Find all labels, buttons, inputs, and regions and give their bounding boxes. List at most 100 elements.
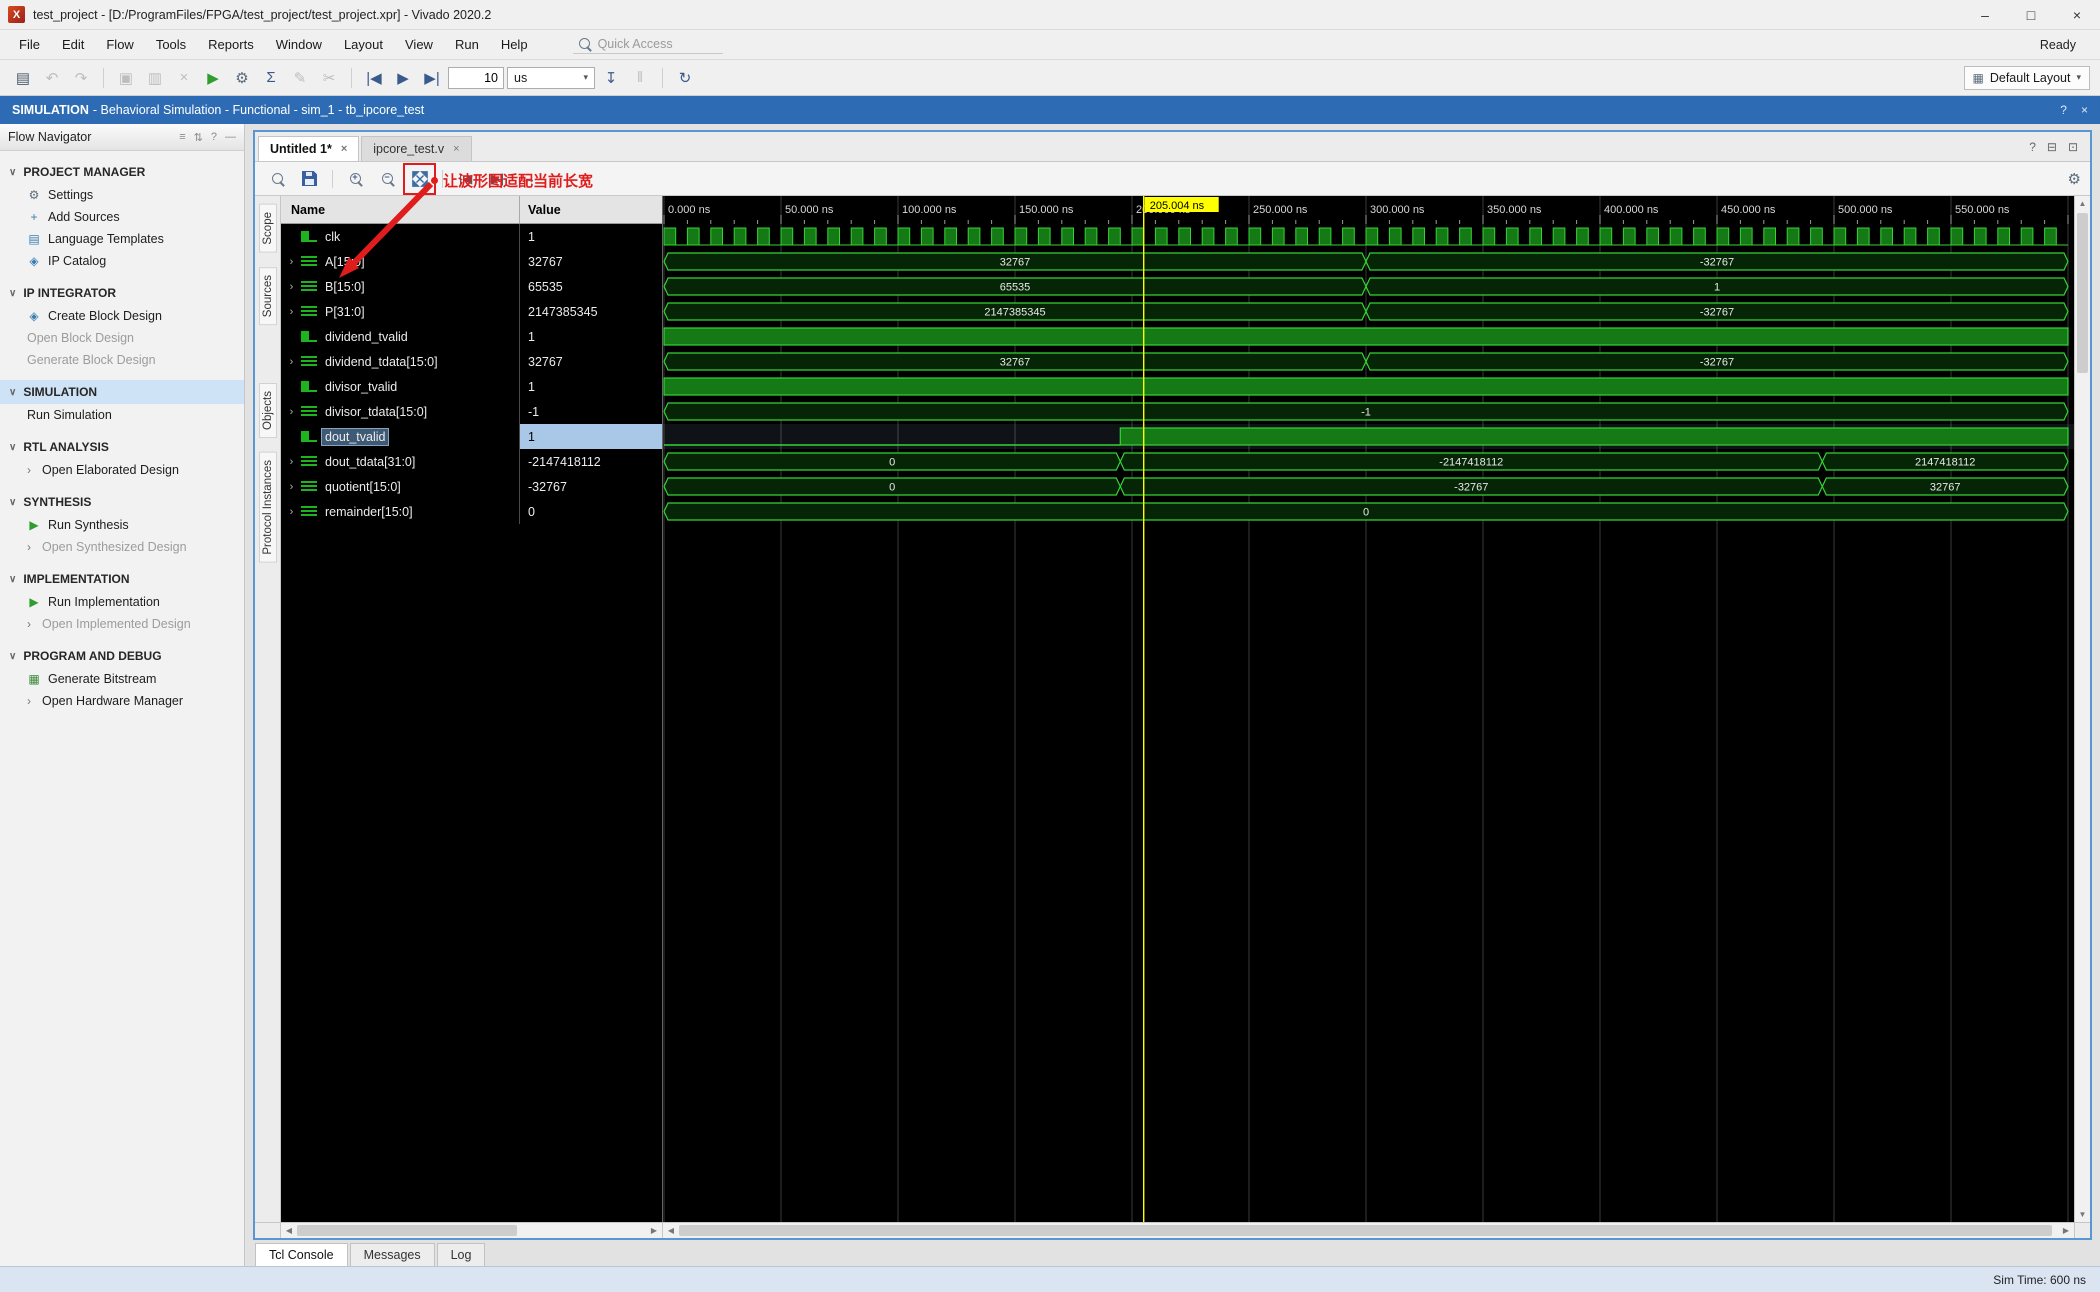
scroll-left-icon[interactable]: ◀ (663, 1226, 679, 1235)
nav-section-ip-integrator[interactable]: ∨ IP INTEGRATOR (0, 281, 244, 305)
run-for-time-icon[interactable]: ▶| (419, 65, 445, 91)
console-tab-log[interactable]: Log (436, 1243, 486, 1266)
signal-row[interactable]: divisor_tvalid 1 (281, 374, 662, 399)
redo-icon[interactable]: ↷ (68, 65, 94, 91)
menu-help[interactable]: Help (490, 32, 539, 57)
chevron-right-icon[interactable]: › (285, 306, 298, 318)
nav-item-ip-catalog[interactable]: ◈ IP Catalog (0, 250, 244, 272)
signal-value-cell[interactable]: 32767 (519, 349, 662, 374)
signal-row[interactable]: › remainder[15:0] 0 (281, 499, 662, 524)
nav-item-add-sources[interactable]: + Add Sources (0, 206, 244, 228)
run-flow-icon[interactable]: ▶ (200, 65, 226, 91)
scroll-down-icon[interactable]: ▼ (2075, 1207, 2090, 1222)
signal-name-cell[interactable]: › dout_tdata[31:0] (281, 449, 519, 474)
signal-value-cell[interactable]: 1 (519, 424, 662, 449)
signal-name-cell[interactable]: › P[31:0] (281, 299, 519, 324)
value-column-header[interactable]: Value (519, 196, 662, 223)
waveform-svg[interactable]: 0.000 ns50.000 ns100.000 ns150.000 ns200… (663, 196, 2074, 1222)
nav-item-language-templates[interactable]: ▤ Language Templates (0, 228, 244, 250)
nav-item-run-synthesis[interactable]: ▶ Run Synthesis (0, 514, 244, 536)
signal-row[interactable]: clk 1 (281, 224, 662, 249)
copy-icon[interactable]: ▣ (113, 65, 139, 91)
tab-untitled-1[interactable]: Untitled 1* × (258, 136, 360, 161)
close-button[interactable]: × (2054, 0, 2100, 29)
menu-window[interactable]: Window (265, 32, 333, 57)
time-unit-select[interactable]: us ▾ (507, 66, 595, 89)
pause-icon[interactable]: ‖ (627, 65, 653, 91)
step-icon[interactable]: ↧ (598, 65, 624, 91)
goto-time-zero-icon[interactable]: |◀ (452, 166, 479, 192)
signal-name-cell[interactable]: › divisor_tdata[15:0] (281, 399, 519, 424)
signal-name-cell[interactable]: › dividend_tdata[15:0] (281, 349, 519, 374)
signal-row[interactable]: dout_tvalid 1 (281, 424, 662, 449)
zoom-range-icon[interactable]: ↔ (516, 166, 543, 192)
signal-value-cell[interactable]: -32767 (519, 474, 662, 499)
goto-end-icon[interactable]: ▶| (484, 166, 511, 192)
name-column-header[interactable]: Name (281, 196, 519, 223)
scroll-left-icon[interactable]: ◀ (281, 1226, 297, 1235)
chevron-right-icon[interactable]: › (285, 456, 298, 468)
names-scroll-thumb[interactable] (297, 1225, 517, 1236)
maximize-button[interactable]: □ (2008, 0, 2054, 29)
close-icon[interactable]: × (453, 143, 459, 155)
nav-item-open-block-design[interactable]: Open Block Design (0, 327, 244, 349)
signal-row[interactable]: › P[31:0] 2147385345 (281, 299, 662, 324)
scroll-right-icon[interactable]: ▶ (646, 1226, 662, 1235)
chevron-right-icon[interactable]: › (285, 281, 298, 293)
signal-value-cell[interactable]: 1 (519, 374, 662, 399)
save-waveform-button[interactable] (296, 166, 323, 192)
signal-row[interactable]: › A[15:0] 32767 (281, 249, 662, 274)
undo-icon[interactable]: ↶ (39, 65, 65, 91)
wave-canvas[interactable]: 0.000 ns50.000 ns100.000 ns150.000 ns200… (663, 196, 2074, 1222)
cut-icon[interactable]: ✂ (316, 65, 342, 91)
close-icon[interactable]: × (341, 143, 347, 155)
signal-row[interactable]: › quotient[15:0] -32767 (281, 474, 662, 499)
zoom-in-button[interactable]: + (342, 166, 369, 192)
scroll-up-icon[interactable]: ▲ (2075, 196, 2090, 211)
signal-row[interactable]: › divisor_tdata[15:0] -1 (281, 399, 662, 424)
menu-reports[interactable]: Reports (197, 32, 265, 57)
nav-section-project-manager[interactable]: ∨ PROJECT MANAGER (0, 160, 244, 184)
nav-section-implementation[interactable]: ∨ IMPLEMENTATION (0, 567, 244, 591)
signal-row[interactable]: › dividend_tdata[15:0] 32767 (281, 349, 662, 374)
vertical-scroll-thumb[interactable] (2077, 213, 2088, 373)
signal-row[interactable]: › dout_tdata[31:0] -2147418112 (281, 449, 662, 474)
nav-item-create-block-design[interactable]: ◈ Create Block Design (0, 305, 244, 327)
find-button[interactable] (264, 166, 291, 192)
signal-value-cell[interactable]: 0 (519, 499, 662, 524)
wave-scroll-thumb[interactable] (679, 1225, 2052, 1236)
signal-name-cell[interactable]: clk (281, 224, 519, 249)
banner-close-icon[interactable]: × (2081, 103, 2088, 117)
run-time-input[interactable] (448, 66, 504, 89)
signal-name-cell[interactable]: dout_tvalid (281, 424, 519, 449)
console-tab-tcl-console[interactable]: Tcl Console (255, 1243, 348, 1266)
signal-value-cell[interactable]: 2147385345 (519, 299, 662, 324)
nav-section-program-and-debug[interactable]: ∨ PROGRAM AND DEBUG (0, 644, 244, 668)
signal-value-cell[interactable]: 1 (519, 224, 662, 249)
nav-item-run-implementation[interactable]: ▶ Run Implementation (0, 591, 244, 613)
side-tab-scope[interactable]: Scope (258, 204, 277, 253)
zoom-fit-button[interactable] (403, 162, 436, 195)
signal-name-cell[interactable]: › remainder[15:0] (281, 499, 519, 524)
settings-gear-icon[interactable]: ⚙ (229, 65, 255, 91)
side-tab-objects[interactable]: Objects (258, 382, 277, 438)
chevron-right-icon[interactable]: › (285, 256, 298, 268)
signal-name-cell[interactable]: › quotient[15:0] (281, 474, 519, 499)
nav-item-settings[interactable]: ⚙ Settings (0, 184, 244, 206)
scroll-right-icon[interactable]: ▶ (2058, 1226, 2074, 1235)
signal-value-cell[interactable]: -2147418112 (519, 449, 662, 474)
panel-header-icon[interactable]: — (225, 131, 236, 144)
menu-view[interactable]: View (394, 32, 444, 57)
menu-flow[interactable]: Flow (95, 32, 144, 57)
panel-header-icon[interactable]: ? (211, 131, 217, 144)
nav-item-open-synthesized-design[interactable]: › Open Synthesized Design (0, 536, 244, 558)
signal-name-cell[interactable]: › A[15:0] (281, 249, 519, 274)
nav-item-open-implemented-design[interactable]: › Open Implemented Design (0, 613, 244, 635)
open-recent-icon[interactable]: ▤ (10, 65, 36, 91)
signal-value-cell[interactable]: 1 (519, 324, 662, 349)
quick-access-search[interactable]: Quick Access (572, 35, 723, 54)
signal-row[interactable]: › B[15:0] 65535 (281, 274, 662, 299)
signal-name-cell[interactable]: divisor_tvalid (281, 374, 519, 399)
minimize-button[interactable]: – (1962, 0, 2008, 29)
tab-ipcore-test-v[interactable]: ipcore_test.v × (361, 136, 472, 161)
